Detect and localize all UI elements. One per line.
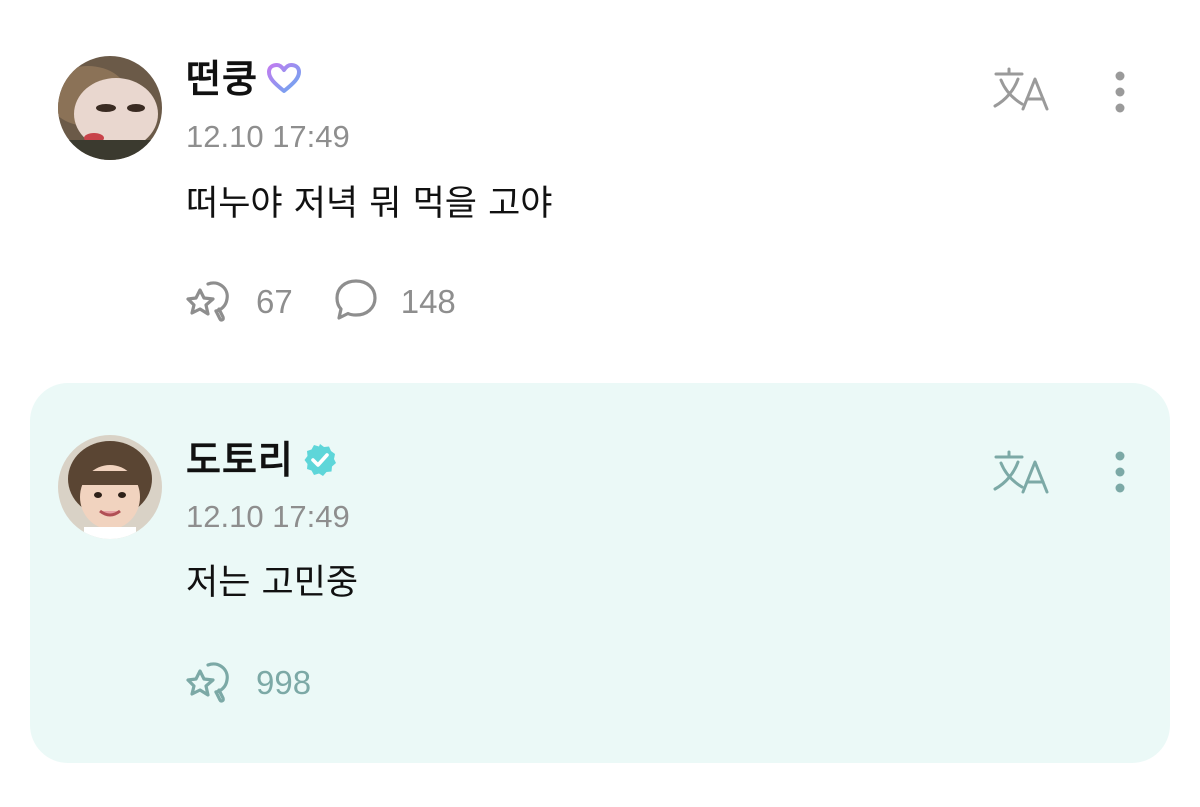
more-vertical-icon[interactable] — [1106, 450, 1134, 500]
comment-button[interactable]: 148 — [333, 277, 456, 327]
like-button[interactable]: 998 — [186, 659, 311, 707]
like-count: 998 — [256, 664, 312, 701]
post-message: 저는 고민중 — [186, 563, 359, 603]
author-row: 도토리 — [186, 435, 338, 485]
more-vertical-icon[interactable] — [1106, 70, 1134, 120]
verified-badge-icon — [302, 442, 338, 478]
author-name[interactable]: 떤쿵 — [186, 60, 258, 98]
post-actions: 67 148 — [186, 277, 496, 327]
cheer-icon — [186, 659, 234, 707]
artist-reply: 도토리 12.10 17:49 저는 고민중 998 — [30, 383, 1170, 763]
cheer-icon — [186, 278, 234, 326]
author-row: 떤쿵 — [186, 54, 302, 104]
post-actions: 998 — [186, 661, 351, 705]
comment-count: 148 — [400, 283, 456, 320]
post-timestamp: 12.10 17:49 — [186, 119, 350, 154]
avatar[interactable] — [58, 56, 162, 160]
post-message: 떠누야 저녁 뭐 먹을 고야 — [186, 184, 553, 224]
translate-icon[interactable] — [992, 66, 1052, 112]
like-count: 67 — [256, 283, 293, 320]
avatar[interactable] — [58, 435, 162, 539]
post-thread: 떤쿵 12.10 17:49 떠누야 저녁 뭐 먹을 고야 67 148 도토리… — [0, 0, 1200, 807]
translate-icon[interactable] — [992, 449, 1052, 495]
post-timestamp: 12.10 17:49 — [186, 499, 350, 534]
heart-badge-icon — [266, 63, 302, 95]
comment-icon — [333, 277, 379, 327]
fan-post: 떤쿵 12.10 17:49 떠누야 저녁 뭐 먹을 고야 67 148 — [30, 0, 1170, 380]
author-name[interactable]: 도토리 — [186, 441, 294, 479]
like-button[interactable]: 67 — [186, 278, 293, 326]
